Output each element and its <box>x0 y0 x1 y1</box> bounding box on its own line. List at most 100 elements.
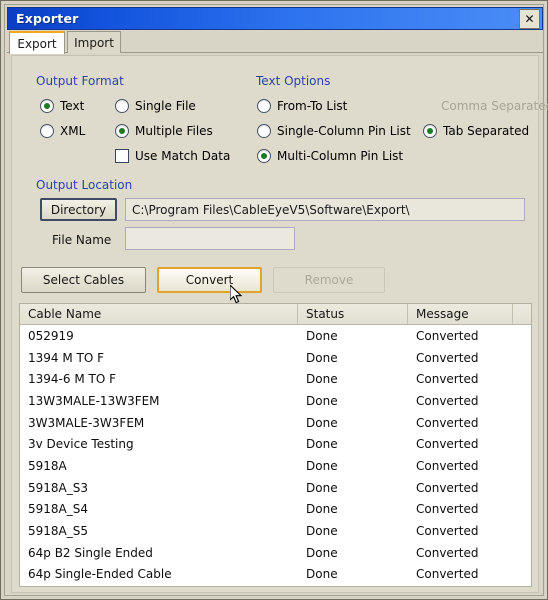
radio-label-text: Text <box>60 99 84 113</box>
table-row[interactable]: 13W3MALE-13W3FEMDoneConverted <box>20 390 531 412</box>
results-table[interactable]: Cable Name Status Message 052919DoneConv… <box>19 303 532 587</box>
checkbox-icon-use-match-data <box>115 149 129 163</box>
radio-from-to-list[interactable]: From-To List <box>257 99 347 113</box>
cell-cable-name: 13W3MALE-13W3FEM <box>20 394 298 408</box>
cell-status: Done <box>298 329 408 343</box>
cell-message: Converted <box>408 481 513 495</box>
radio-icon-multiple-files <box>115 124 129 138</box>
radio-icon-text <box>40 99 54 113</box>
radio-label-multiple-files: Multiple Files <box>135 124 213 138</box>
table-row[interactable]: 5918A_S3DoneConverted <box>20 477 531 499</box>
radio-icon-single-column-pin-list <box>257 124 271 138</box>
radio-multiple-files[interactable]: Multiple Files <box>115 124 213 138</box>
cell-status: Done <box>298 546 408 560</box>
cell-status: Done <box>298 459 408 473</box>
cell-cable-name: 3v Device Testing <box>20 437 298 451</box>
cell-status: Done <box>298 437 408 451</box>
radio-icon-multi-column-pin-list <box>257 149 271 163</box>
cell-cable-name: 052919 <box>20 329 298 343</box>
radio-single-file[interactable]: Single File <box>115 99 196 113</box>
file-name-input[interactable] <box>125 227 295 250</box>
export-panel: Output Format Text XML Single File Multi… <box>11 55 539 593</box>
cell-cable-name: 1394 M TO F <box>20 351 298 365</box>
tab-export[interactable]: Export <box>9 31 65 54</box>
radio-text[interactable]: Text <box>40 99 84 113</box>
cell-message: Converted <box>408 459 513 473</box>
radio-comma-separated: Comma Separated <box>423 99 548 113</box>
cell-status: Done <box>298 372 408 386</box>
radio-label-xml: XML <box>60 124 85 138</box>
radio-label-from-to-list: From-To List <box>277 99 347 113</box>
cell-cable-name: 5918A <box>20 459 298 473</box>
cell-message: Converted <box>408 524 513 538</box>
cell-message: Converted <box>408 416 513 430</box>
radio-icon-from-to-list <box>257 99 271 113</box>
table-row[interactable]: 1394 M TO FDoneConverted <box>20 347 531 369</box>
cell-message: Converted <box>408 567 513 581</box>
cell-message: Converted <box>408 329 513 343</box>
radio-icon-single-file <box>115 99 129 113</box>
radio-single-column-pin-list[interactable]: Single-Column Pin List <box>257 124 411 138</box>
cell-cable-name: 5918A_S5 <box>20 524 298 538</box>
cell-message: Converted <box>408 394 513 408</box>
exporter-window: Exporter ✕ Export Import Output Format T… <box>0 0 548 600</box>
cell-status: Done <box>298 502 408 516</box>
table-header-row: Cable Name Status Message <box>20 304 531 325</box>
cell-status: Done <box>298 567 408 581</box>
table-row[interactable]: 3v Device TestingDoneConverted <box>20 433 531 455</box>
radio-tab-separated[interactable]: Tab Separated <box>423 124 529 138</box>
directory-path-field[interactable]: C:\Program Files\CableEyeV5\Software\Exp… <box>125 198 525 221</box>
cell-status: Done <box>298 524 408 538</box>
table-row[interactable]: 5918ADoneConverted <box>20 455 531 477</box>
table-row[interactable]: 5918A_S5DoneConverted <box>20 520 531 542</box>
radio-label-tab-separated: Tab Separated <box>443 124 529 138</box>
cell-cable-name: 1394-6 M TO F <box>20 372 298 386</box>
cell-cable-name: 64p Single-Ended Cable <box>20 567 298 581</box>
column-header-message[interactable]: Message <box>408 304 513 324</box>
radio-label-comma-separated: Comma Separated <box>441 99 548 113</box>
radio-multi-column-pin-list[interactable]: Multi-Column Pin List <box>257 149 403 163</box>
table-body: 052919DoneConverted1394 M TO FDoneConver… <box>20 325 531 585</box>
window-inner-frame: Exporter ✕ Export Import Output Format T… <box>4 4 544 596</box>
table-row[interactable]: 3W3MALE-3W3FEMDoneConverted <box>20 412 531 434</box>
checkbox-use-match-data[interactable]: Use Match Data <box>115 149 230 163</box>
cell-status: Done <box>298 481 408 495</box>
close-icon[interactable]: ✕ <box>519 9 540 29</box>
table-row[interactable]: 1394-6 M TO FDoneConverted <box>20 368 531 390</box>
radio-icon-tab-separated <box>423 124 437 138</box>
cell-status: Done <box>298 351 408 365</box>
radio-icon-comma-separated <box>423 100 435 112</box>
radio-icon-xml <box>40 124 54 138</box>
table-row[interactable]: 64p B2 Single EndedDoneConverted <box>20 542 531 564</box>
window-title: Exporter <box>16 11 79 26</box>
column-header-cable-name[interactable]: Cable Name <box>20 304 298 324</box>
file-name-label: File Name <box>52 233 111 247</box>
text-options-label: Text Options <box>256 74 330 88</box>
output-format-label: Output Format <box>36 74 124 88</box>
remove-button: Remove <box>273 267 385 293</box>
cell-status: Done <box>298 416 408 430</box>
select-cables-button[interactable]: Select Cables <box>21 267 146 293</box>
radio-xml[interactable]: XML <box>40 124 85 138</box>
cell-message: Converted <box>408 351 513 365</box>
tab-import[interactable]: Import <box>67 31 121 53</box>
checkbox-label-use-match-data: Use Match Data <box>135 149 230 163</box>
radio-label-single-file: Single File <box>135 99 196 113</box>
cell-status: Done <box>298 394 408 408</box>
radio-label-single-column-pin-list: Single-Column Pin List <box>277 124 411 138</box>
column-header-filler <box>513 304 531 324</box>
radio-label-multi-column-pin-list: Multi-Column Pin List <box>277 149 403 163</box>
table-row[interactable]: 052919DoneConverted <box>20 325 531 347</box>
column-header-status[interactable]: Status <box>298 304 408 324</box>
table-row[interactable]: 64p Single-Ended CableDoneConverted <box>20 564 531 586</box>
table-row[interactable]: 5918A_S4DoneConverted <box>20 499 531 521</box>
titlebar: Exporter ✕ <box>7 7 543 30</box>
cell-cable-name: 5918A_S4 <box>20 502 298 516</box>
directory-button[interactable]: Directory <box>40 198 117 221</box>
cell-cable-name: 3W3MALE-3W3FEM <box>20 416 298 430</box>
cell-message: Converted <box>408 437 513 451</box>
cell-message: Converted <box>408 546 513 560</box>
cell-cable-name: 64p B2 Single Ended <box>20 546 298 560</box>
convert-button[interactable]: Convert <box>157 267 262 293</box>
tabstrip: Export Import <box>7 31 543 53</box>
